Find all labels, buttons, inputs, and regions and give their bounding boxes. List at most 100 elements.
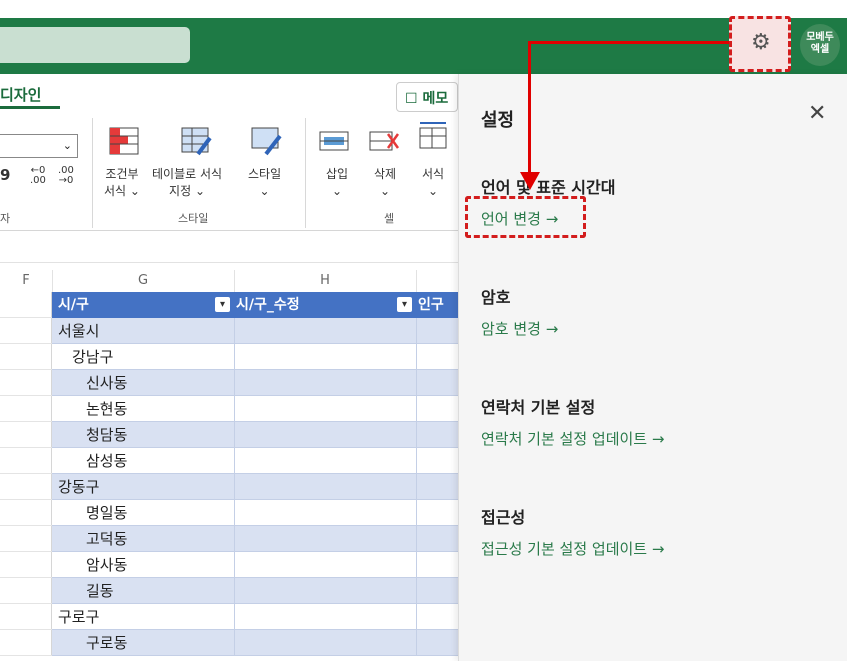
cell-f[interactable] <box>0 292 52 318</box>
cell-divider <box>416 344 417 370</box>
table-row[interactable]: 논현동 <box>52 396 458 422</box>
annotation-arrow <box>529 41 729 44</box>
table-row[interactable]: 구로구 <box>52 604 458 630</box>
cell-si-gu[interactable]: 명일동 <box>86 500 127 526</box>
formula-bar-border <box>0 262 458 263</box>
cell-f[interactable] <box>0 396 52 422</box>
cell-f[interactable] <box>0 604 52 630</box>
cell-divider <box>416 396 417 422</box>
cell-si-gu[interactable]: 강동구 <box>58 474 99 500</box>
table-row[interactable]: 고덕동 <box>52 526 458 552</box>
cell-f[interactable] <box>0 422 52 448</box>
cell-f[interactable] <box>0 370 52 396</box>
header-si-gu[interactable]: 시/구 <box>58 292 89 318</box>
change-password-link[interactable]: 암호 변경 → <box>481 318 558 339</box>
cell-divider <box>234 552 235 578</box>
cell-divider <box>416 578 417 604</box>
cell-divider <box>234 526 235 552</box>
section-accessibility-title: 접근성 <box>481 508 526 527</box>
tab-table-design[interactable]: 디자인 <box>0 84 41 105</box>
cell-divider <box>234 604 235 630</box>
memo-label: 메모 <box>422 91 449 107</box>
cell-divider <box>234 630 235 656</box>
format-as-table-button[interactable]: 테이블로 서식 지정 ⌄ <box>152 166 222 200</box>
cell-divider <box>416 474 417 500</box>
increase-decimal-button[interactable]: ←0 .00 <box>30 166 46 186</box>
cell-divider <box>416 448 417 474</box>
group-styles-label: 스타일 <box>178 212 209 225</box>
search-box[interactable] <box>0 27 190 63</box>
conditional-format-button[interactable]: 조건부 서식 ⌄ <box>104 166 140 200</box>
format-button[interactable]: 서식 ⌄ <box>422 166 444 200</box>
cell-f[interactable] <box>0 500 52 526</box>
header-si-gu-edit[interactable]: 시/구_수정 <box>236 292 300 318</box>
filter-dropdown-icon[interactable]: ▾ <box>397 297 412 312</box>
comma-style-button[interactable]: 9 <box>0 166 10 184</box>
cell-divider <box>234 500 235 526</box>
filter-dropdown-icon[interactable]: ▾ <box>215 297 230 312</box>
section-contact-title: 연락처 기본 설정 <box>481 398 596 417</box>
column-header-g[interactable]: G <box>52 270 234 292</box>
insert-cells-icon <box>319 131 349 151</box>
cell-si-gu[interactable]: 서울시 <box>58 318 99 344</box>
table-row[interactable]: 신사동 <box>52 370 458 396</box>
delete-cells-icon <box>369 131 400 151</box>
close-icon[interactable]: ✕ <box>808 101 826 126</box>
delete-button[interactable]: 삭제 ⌄ <box>374 166 396 200</box>
cell-f[interactable] <box>0 630 52 656</box>
memo-button[interactable]: ☐ 메모 <box>396 82 458 112</box>
cell-si-gu[interactable]: 논현동 <box>86 396 127 422</box>
table-row[interactable]: 강남구 <box>52 344 458 370</box>
cell-f[interactable] <box>0 474 52 500</box>
section-password-title: 암호 <box>481 288 511 307</box>
cell-f[interactable] <box>0 318 52 344</box>
table-row[interactable]: 청담동 <box>52 422 458 448</box>
cell-divider <box>234 370 235 396</box>
table-row[interactable]: 암사동 <box>52 552 458 578</box>
update-contact-link[interactable]: 연락처 기본 설정 업데이트 → <box>481 428 664 449</box>
cell-si-gu[interactable]: 삼성동 <box>86 448 127 474</box>
table-row[interactable]: 명일동 <box>52 500 458 526</box>
column-header-f[interactable]: F <box>0 270 52 292</box>
cell-divider <box>234 578 235 604</box>
avatar[interactable]: 모베두 엑셀 <box>800 24 840 66</box>
cell-si-gu[interactable]: 청담동 <box>86 422 127 448</box>
cell-si-gu[interactable]: 신사동 <box>86 370 127 396</box>
cell-si-gu[interactable]: 강남구 <box>72 344 113 370</box>
column-header-h[interactable]: H <box>234 270 416 292</box>
cell-divider <box>234 396 235 422</box>
settings-button[interactable]: ⚙ <box>729 16 791 72</box>
decrease-decimal-button[interactable]: .00 →0 <box>58 166 74 186</box>
avatar-text: 모베두 엑셀 <box>806 32 834 55</box>
cell-divider <box>234 474 235 500</box>
table-row[interactable]: 강동구 <box>52 474 458 500</box>
cell-divider <box>234 344 235 370</box>
table-row[interactable]: 구로동 <box>52 630 458 656</box>
update-accessibility-link[interactable]: 접근성 기본 설정 업데이트 → <box>481 538 664 559</box>
cell-si-gu[interactable]: 암사동 <box>86 552 127 578</box>
table-row[interactable]: 서울시 <box>52 318 458 344</box>
insert-button[interactable]: 삽입 ⌄ <box>326 166 348 200</box>
font-size-select[interactable]: ⌄ <box>0 134 78 158</box>
table-row[interactable]: 길동 <box>52 578 458 604</box>
cell-f[interactable] <box>0 344 52 370</box>
arrow-head-icon <box>520 172 540 190</box>
cell-f[interactable] <box>0 552 52 578</box>
ribbon-separator <box>305 118 306 228</box>
cell-f[interactable] <box>0 448 52 474</box>
cell-si-gu[interactable]: 길동 <box>86 578 114 604</box>
app-header <box>0 18 847 74</box>
cell-divider <box>416 526 417 552</box>
cell-si-gu[interactable]: 구로구 <box>58 604 99 630</box>
cell-si-gu[interactable]: 고덕동 <box>86 526 127 552</box>
comment-icon: ☐ <box>405 91 418 107</box>
settings-title: 설정 <box>481 110 515 131</box>
cell-styles-button[interactable]: 스타일 ⌄ <box>248 166 281 200</box>
cell-si-gu[interactable]: 구로동 <box>86 630 127 656</box>
table-row[interactable]: 삼성동 <box>52 448 458 474</box>
tab-underline <box>0 106 60 109</box>
cell-f[interactable] <box>0 578 52 604</box>
cell-f[interactable] <box>0 526 52 552</box>
header-population[interactable]: 인구 <box>418 292 444 318</box>
annotation-arrow <box>528 41 531 175</box>
